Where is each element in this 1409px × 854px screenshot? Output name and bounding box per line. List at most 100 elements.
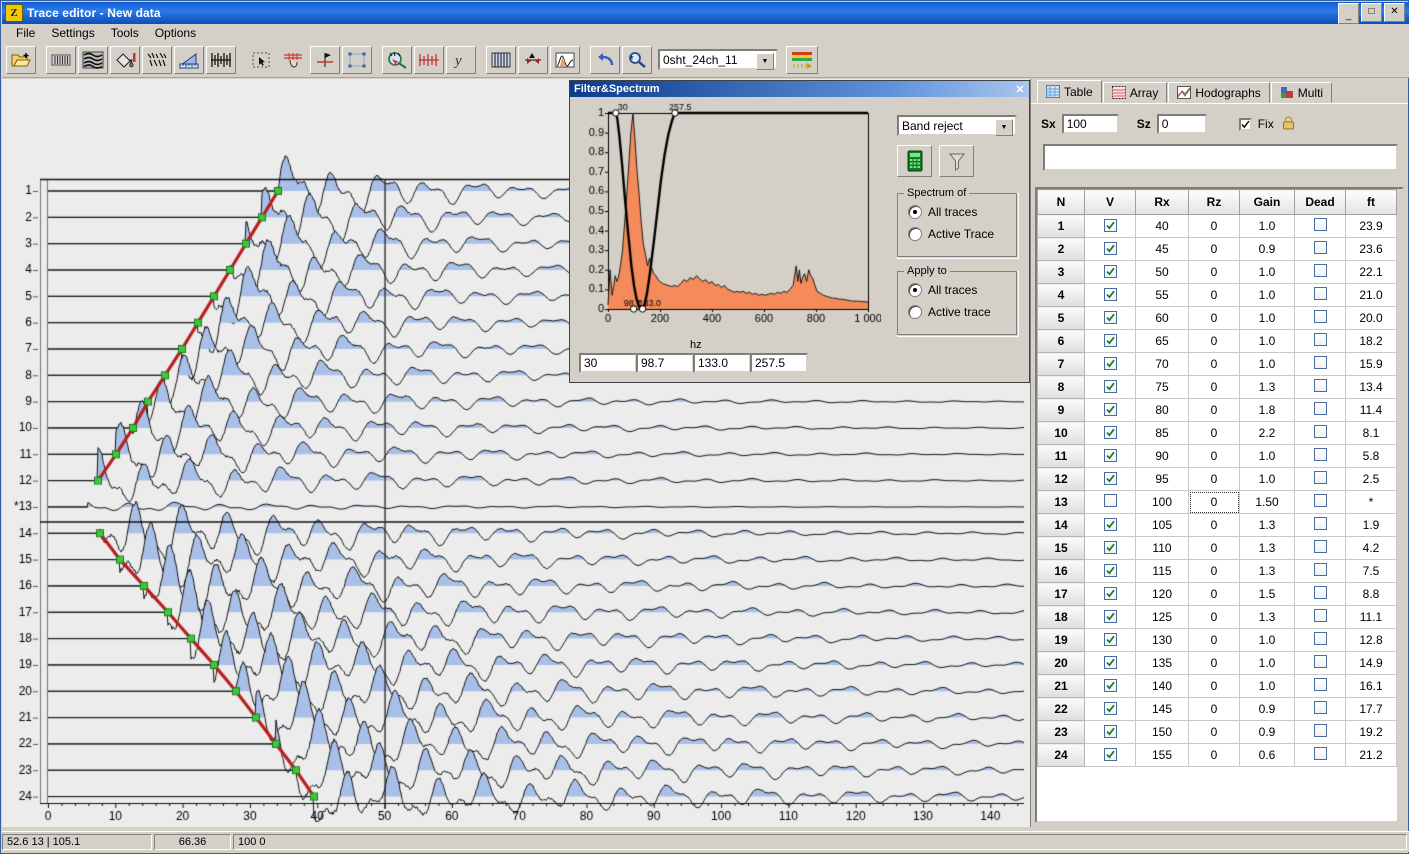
close-button[interactable]: ✕ <box>1384 3 1405 22</box>
table-row[interactable]: 24500.923.6 <box>1038 238 1397 261</box>
row-ft-cell[interactable]: 1.9 <box>1346 514 1397 537</box>
row-checkbox[interactable] <box>1314 264 1327 277</box>
row-visible-cell[interactable] <box>1085 537 1136 560</box>
row-checkbox[interactable] <box>1104 334 1117 347</box>
row-dead-cell[interactable] <box>1295 445 1346 468</box>
row-gain-cell[interactable]: 1.0 <box>1240 675 1295 698</box>
row-rz-cell[interactable]: 0 <box>1189 238 1240 261</box>
filter-spectrum-dialog[interactable]: Filter&Spectrum ✕ hz 30 98.7 133.0 257.5… <box>569 80 1030 383</box>
chevron-down-icon[interactable]: ▼ <box>995 119 1013 136</box>
row-gain-cell[interactable]: 1.0 <box>1240 284 1295 307</box>
row-checkbox[interactable] <box>1314 678 1327 691</box>
color-palette-icon[interactable] <box>786 46 818 74</box>
row-ft-cell[interactable]: 2.5 <box>1346 468 1397 491</box>
row-ft-cell[interactable]: 21.2 <box>1346 744 1397 767</box>
row-checkbox[interactable] <box>1104 311 1117 324</box>
y-axis-icon[interactable]: y <box>446 46 476 74</box>
row-checkbox[interactable] <box>1104 449 1117 462</box>
row-rx-cell[interactable]: 100 <box>1136 491 1189 514</box>
row-rz-cell[interactable]: 0 <box>1189 307 1240 330</box>
apply-filter-button[interactable] <box>939 145 974 177</box>
row-dead-cell[interactable] <box>1295 721 1346 744</box>
row-rx-cell[interactable]: 115 <box>1136 560 1189 583</box>
grid-icon[interactable] <box>46 46 76 74</box>
row-gain-cell[interactable]: 1.3 <box>1240 606 1295 629</box>
row-checkbox[interactable] <box>1314 379 1327 392</box>
row-gain-cell[interactable]: 1.50 <box>1240 491 1295 514</box>
row-rz-cell[interactable]: 0 <box>1189 537 1240 560</box>
row-gain-cell[interactable]: 1.0 <box>1240 261 1295 284</box>
row-rx-cell[interactable]: 140 <box>1136 675 1189 698</box>
row-checkbox[interactable] <box>1104 426 1117 439</box>
row-ft-cell[interactable]: 15.9 <box>1346 353 1397 376</box>
row-checkbox[interactable] <box>1104 242 1117 255</box>
row-rz-cell[interactable]: 0 <box>1189 376 1240 399</box>
row-visible-cell[interactable] <box>1085 422 1136 445</box>
row-gain-cell[interactable]: 0.9 <box>1240 238 1295 261</box>
radio-spectrum-all-traces[interactable]: All traces <box>908 205 1018 219</box>
row-rx-cell[interactable]: 110 <box>1136 537 1189 560</box>
row-ft-cell[interactable]: 13.4 <box>1346 376 1397 399</box>
row-visible-cell[interactable] <box>1085 560 1136 583</box>
tab-table[interactable]: Table <box>1037 80 1102 103</box>
row-checkbox[interactable] <box>1314 609 1327 622</box>
row-visible-cell[interactable] <box>1085 491 1136 514</box>
row-dead-cell[interactable] <box>1295 514 1346 537</box>
row-checkbox[interactable] <box>1314 333 1327 346</box>
table-row[interactable]: 87501.313.4 <box>1038 376 1397 399</box>
row-dead-cell[interactable] <box>1295 238 1346 261</box>
row-visible-cell[interactable] <box>1085 399 1136 422</box>
table-col-rx[interactable]: Rx <box>1136 190 1189 215</box>
row-visible-cell[interactable] <box>1085 606 1136 629</box>
row-rx-cell[interactable]: 70 <box>1136 353 1189 376</box>
row-checkbox[interactable] <box>1104 288 1117 301</box>
table-col-gain[interactable]: Gain <box>1240 190 1295 215</box>
row-rz-cell[interactable]: 0 <box>1189 514 1240 537</box>
stacked-traces-icon[interactable] <box>78 46 108 74</box>
row-dead-cell[interactable] <box>1295 261 1346 284</box>
row-dead-cell[interactable] <box>1295 330 1346 353</box>
row-ft-cell[interactable]: 23.6 <box>1346 238 1397 261</box>
row-gain-cell[interactable]: 0.6 <box>1240 744 1295 767</box>
trace-bars-icon[interactable] <box>414 46 444 74</box>
row-ft-cell[interactable]: 12.8 <box>1346 629 1397 652</box>
row-gain-cell[interactable]: 1.0 <box>1240 629 1295 652</box>
table-row[interactable]: 1611501.37.5 <box>1038 560 1397 583</box>
row-checkbox[interactable] <box>1104 472 1117 485</box>
row-visible-cell[interactable] <box>1085 514 1136 537</box>
table-row[interactable]: 1712001.58.8 <box>1038 583 1397 606</box>
row-rz-cell[interactable]: 0 <box>1189 353 1240 376</box>
calculate-button[interactable] <box>897 145 932 177</box>
row-dead-cell[interactable] <box>1295 491 1346 514</box>
row-visible-cell[interactable] <box>1085 583 1136 606</box>
multi-trace-icon[interactable] <box>486 46 516 74</box>
row-checkbox[interactable] <box>1104 610 1117 623</box>
table-row[interactable]: 77001.015.9 <box>1038 353 1397 376</box>
table-row[interactable]: 56001.020.0 <box>1038 307 1397 330</box>
table-col-rz[interactable]: Rz <box>1189 190 1240 215</box>
row-checkbox[interactable] <box>1314 724 1327 737</box>
row-dead-cell[interactable] <box>1295 468 1346 491</box>
row-dead-cell[interactable] <box>1295 675 1346 698</box>
row-ft-cell[interactable]: 20.0 <box>1346 307 1397 330</box>
menu-item-options[interactable]: Options <box>147 25 204 41</box>
row-rx-cell[interactable]: 90 <box>1136 445 1189 468</box>
magnifier-icon[interactable] <box>622 46 652 74</box>
row-rx-cell[interactable]: 85 <box>1136 422 1189 445</box>
row-checkbox[interactable] <box>1104 748 1117 761</box>
row-rx-cell[interactable]: 120 <box>1136 583 1189 606</box>
dialog-close-icon[interactable]: ✕ <box>1013 83 1027 96</box>
table-row[interactable]: 2013501.014.9 <box>1038 652 1397 675</box>
shot-select[interactable]: 0sht_24ch_11 ▼ <box>658 49 778 70</box>
row-visible-cell[interactable] <box>1085 330 1136 353</box>
row-visible-cell[interactable] <box>1085 445 1136 468</box>
row-dead-cell[interactable] <box>1295 560 1346 583</box>
sz-input[interactable]: 0 <box>1157 114 1207 134</box>
row-rz-cell[interactable]: 0 <box>1189 468 1240 491</box>
row-rz-cell[interactable]: 0 <box>1189 215 1240 238</box>
minimize-button[interactable]: _ <box>1338 3 1359 24</box>
row-gain-cell[interactable]: 1.0 <box>1240 330 1295 353</box>
row-checkbox[interactable] <box>1314 632 1327 645</box>
row-checkbox[interactable] <box>1314 517 1327 530</box>
row-rz-cell[interactable]: 0 <box>1189 744 1240 767</box>
